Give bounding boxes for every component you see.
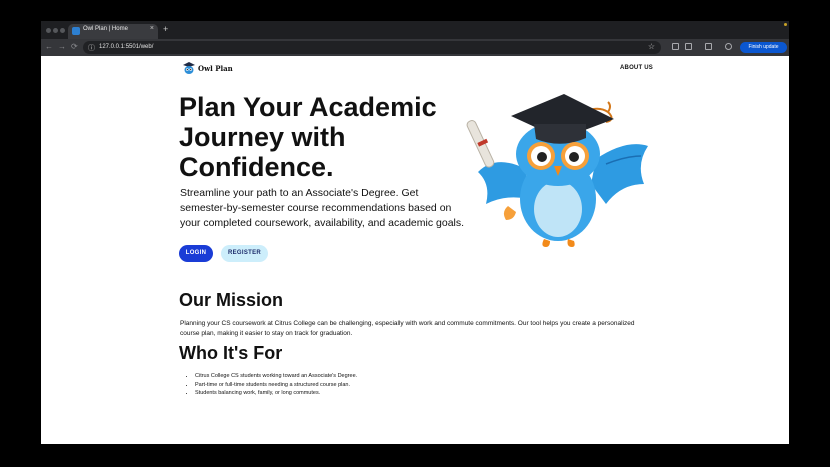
owl-favicon-icon [72, 27, 80, 35]
bookmark-star-icon[interactable]: ☆ [648, 42, 655, 51]
web-page: Owl Plan ABOUT US Plan Your Academic Jou… [41, 56, 789, 444]
reload-icon[interactable]: ⟳ [71, 42, 78, 51]
browser-window: Owl Plan | Home × + ← → ⟳ ⓘ 127.0.0.1:55… [41, 21, 789, 444]
audience-heading: Who It's For [179, 343, 283, 363]
tab-close-icon[interactable]: × [150, 25, 154, 32]
window-minimize-control[interactable] [53, 28, 58, 33]
window-close-control[interactable] [46, 28, 51, 33]
about-us-link[interactable]: ABOUT US [620, 65, 653, 71]
mission-text: Planning your CS coursework at Citrus Co… [180, 320, 635, 337]
list-item: Citrus College CS students working towar… [195, 372, 495, 381]
notification-dot-icon [784, 23, 787, 26]
hero-title: Plan Your Academic Journey with Confiden… [179, 92, 437, 182]
register-button[interactable]: REGISTER [221, 245, 268, 262]
side-panel-icon[interactable] [705, 43, 712, 50]
window-zoom-control[interactable] [60, 28, 65, 33]
finish-update-button[interactable]: Finish update [740, 42, 787, 53]
audience-list: Citrus College CS students working towar… [195, 372, 495, 398]
owl-logo-icon[interactable] [182, 61, 196, 74]
puzzle-icon[interactable] [685, 43, 692, 50]
new-tab-button[interactable]: + [163, 24, 168, 34]
browser-toolbar: ← → ⟳ ⓘ 127.0.0.1:5501/web/ ☆ Finish upd… [41, 39, 789, 56]
list-item: Students balancing work, family, or long… [195, 389, 495, 398]
url-text[interactable]: 127.0.0.1:5501/web/ [99, 44, 153, 50]
owl-graduate-illustration [466, 94, 648, 247]
address-bar[interactable]: ⓘ 127.0.0.1:5501/web/ ☆ [83, 41, 661, 54]
tab-title: Owl Plan | Home [83, 26, 128, 32]
back-arrow-icon[interactable]: ← [45, 42, 53, 51]
profile-icon[interactable] [725, 43, 732, 50]
forward-arrow-icon[interactable]: → [58, 42, 66, 51]
browser-tab[interactable]: Owl Plan | Home × [68, 24, 158, 39]
extension-icon[interactable] [672, 43, 679, 50]
mission-heading: Our Mission [179, 290, 284, 310]
hero-subtitle: Streamline your path to an Associate's D… [180, 187, 465, 229]
brand-name[interactable]: Owl Plan [198, 64, 233, 73]
tab-bar: Owl Plan | Home × + [41, 21, 789, 39]
login-button[interactable]: LOGIN [179, 245, 213, 262]
list-item: Part-time or full-time students needing … [195, 381, 495, 390]
site-info-icon[interactable]: ⓘ [88, 43, 95, 53]
